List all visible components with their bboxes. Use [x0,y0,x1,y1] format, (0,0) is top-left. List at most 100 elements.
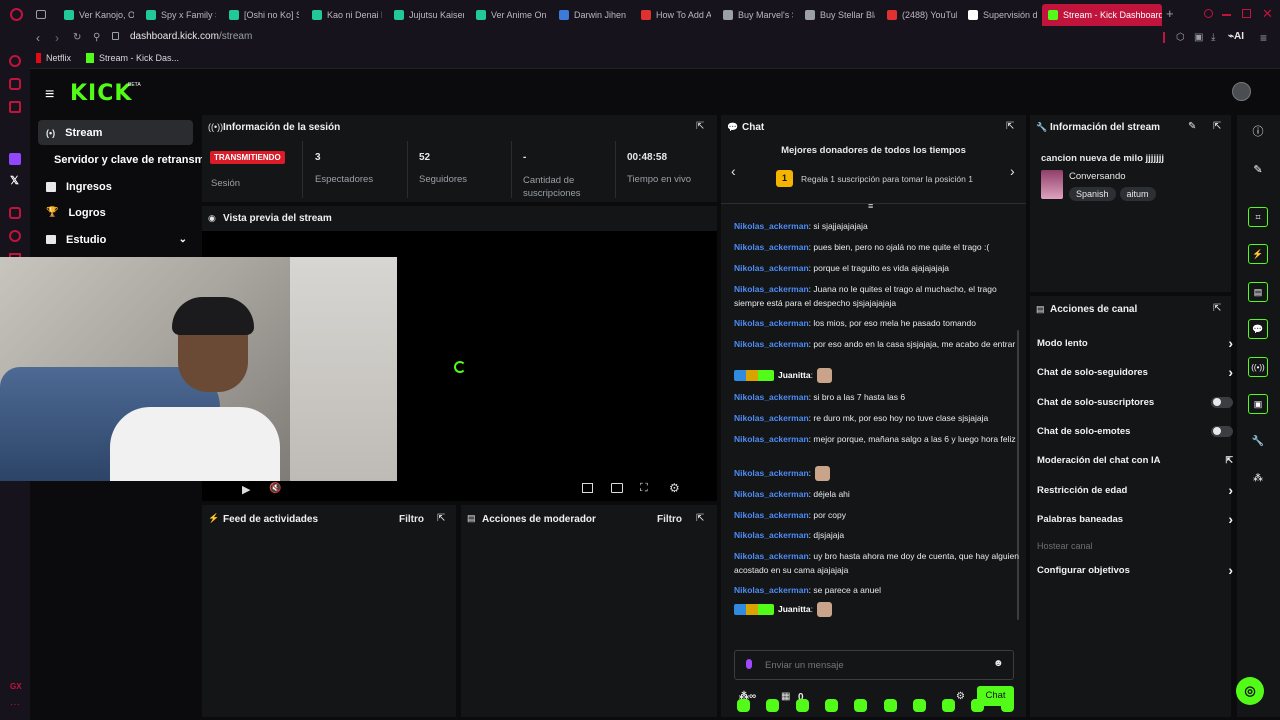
bolt-icon[interactable]: ⚡ [1248,244,1268,264]
chat-username[interactable]: Nikolas_ackerman [734,468,809,478]
search-icon[interactable] [1204,9,1213,18]
gx-badge[interactable]: GX [10,682,22,691]
channel-action-row[interactable]: Restricción de edad › [1037,480,1233,500]
aria-ai-icon[interactable]: ⌁AI [1228,31,1244,42]
chat-username[interactable]: Nikolas_ackerman [734,434,809,444]
nav-item-achievements[interactable]: 🏆 Logros [38,200,193,225]
emoji-icon[interactable]: ☻ [993,658,1004,669]
kick-logo[interactable]: KICK [70,81,132,106]
emote-button[interactable] [942,699,956,712]
chat-icon[interactable]: 💬 [1248,319,1268,339]
clip-icon[interactable]: ⌗ [1248,207,1268,227]
new-tab-icon[interactable]: + [1166,7,1174,20]
channel-action-row[interactable]: Configurar objetivos › [1037,560,1233,580]
browser-tab[interactable]: Buy Marvel's S [717,4,793,26]
nav-item-revenue[interactable]: Ingresos [38,174,193,199]
chat-username[interactable]: Nikolas_ackerman [734,284,809,294]
channel-action-row[interactable]: Chat de solo-suscriptores [1037,392,1233,412]
instagram-icon[interactable] [9,207,21,219]
support-icon[interactable]: ◎ [1236,677,1264,705]
tag-chip[interactable]: Spanish [1069,187,1116,201]
chat-username[interactable]: Nikolas_ackerman [734,392,809,402]
chevron-right-icon[interactable]: › [1010,163,1015,179]
share-icon[interactable]: ⁂ [1248,468,1268,488]
menu-icon[interactable]: ≡ [45,86,54,104]
browser-tab[interactable]: Ver Anime On [470,4,546,26]
popout-icon[interactable]: ⇱ [1213,121,1221,132]
browser-tab[interactable]: [Oshi no Ko] S [223,4,299,26]
chat-username[interactable]: Nikolas_ackerman [734,551,809,561]
settings-icon[interactable]: ⚲ [93,32,100,43]
wallet-icon[interactable]: ▣ [1194,32,1203,43]
wrench-icon[interactable]: 🔧 [1248,431,1268,451]
emote-button[interactable] [795,699,809,712]
emote-button[interactable] [883,699,897,712]
url-field[interactable]: dashboard.kick.com/stream [130,31,252,42]
easy-setup-icon[interactable]: ≡ [1260,31,1267,45]
chat-username[interactable]: Nikolas_ackerman [734,413,809,423]
back-icon[interactable]: ‹ [36,31,40,45]
bookmark-netflix[interactable]: Netflix [36,53,71,63]
channel-action-row[interactable]: Moderación del chat con IA ⇱ [1037,450,1233,470]
popout-icon[interactable]: ⇱ [1006,121,1014,132]
popout-icon[interactable]: ⇱ [437,513,445,524]
chevron-right-icon[interactable]: › [1228,562,1233,578]
more-icon[interactable]: ··· [10,699,20,710]
chat-username[interactable]: Nikolas_ackerman [734,339,809,349]
popout-icon[interactable]: ⇱ [696,121,704,132]
chat-username[interactable]: Nikolas_ackerman [734,242,809,252]
info-icon[interactable]: ⓘ [1248,121,1268,141]
browser-tab[interactable]: Jujutsu Kaisen [388,4,464,26]
channel-action-row[interactable]: Chat de solo-seguidores › [1037,362,1233,382]
chat-username[interactable]: Nikolas_ackerman [734,489,809,499]
channel-action-row[interactable]: Palabras baneadas › [1037,509,1233,529]
broadcast-icon[interactable]: ((•)) [1248,357,1268,377]
store-icon[interactable]: ▦ [781,691,790,702]
close-icon[interactable]: ✕ [1262,6,1273,22]
chevron-right-icon[interactable]: › [1228,364,1233,380]
extension-icon[interactable]: ⬡ [1176,32,1185,43]
clipboard-icon[interactable]: ▤ [1248,282,1268,302]
emote-button[interactable] [971,699,985,712]
filter-button[interactable]: Filtro [657,514,682,525]
browser-tab[interactable]: Kao ni Denai K [306,4,382,26]
play-icon[interactable]: ▶ [242,483,250,496]
emote-button[interactable] [912,699,926,712]
chat-username[interactable]: Nikolas_ackerman [734,263,809,273]
browser-tab[interactable]: Buy Stellar Bla [799,4,875,26]
chat-settings-icon[interactable]: ⚙ [956,691,965,702]
nav-item-studio[interactable]: Estudio ⌄ [38,227,193,252]
emote-button[interactable] [766,699,780,712]
settings-icon[interactable]: ⚙ [669,481,680,495]
popout-icon[interactable]: ⇱ [1213,303,1221,314]
history-icon[interactable] [9,230,21,242]
chat-username[interactable]: Juanitta [778,370,811,380]
fullscreen-icon[interactable]: ⛶ [640,482,648,495]
edit-icon[interactable]: ✎ [1248,159,1268,179]
twitch-icon[interactable] [9,153,21,165]
forward-icon[interactable]: › [55,31,59,45]
tab-menu-icon[interactable] [36,10,46,19]
chat-message-input[interactable] [765,657,985,673]
channel-action-row[interactable]: Hostear canal [1037,536,1233,556]
browser-tab[interactable]: Spy x Family S [140,4,216,26]
pinned-toggle-icon[interactable]: ≡ [868,201,873,211]
ai-icon[interactable] [9,55,21,67]
chat-username[interactable]: Nikolas_ackerman [734,510,809,520]
download-icon[interactable]: ⤓ [1211,32,1215,43]
channel-action-row[interactable]: Chat de solo-emotes [1037,421,1233,441]
chat-input-box[interactable]: ☻ [734,650,1014,680]
layout-icon[interactable]: ▣ [1248,394,1268,414]
browser-tab[interactable]: Supervisión d [962,4,1038,26]
chevron-right-icon[interactable]: › [1228,511,1233,527]
chevron-right-icon[interactable]: › [1228,482,1233,498]
youtube-icon[interactable] [9,101,21,113]
emote-button[interactable] [737,699,750,712]
chevron-down-icon[interactable]: ⌄ [179,234,187,245]
chat-username[interactable]: Nikolas_ackerman [734,221,809,231]
mute-icon[interactable]: 🔇 [269,483,281,494]
avatar[interactable] [1232,82,1251,101]
reload-icon[interactable]: ↻ [73,32,81,43]
maximize-icon[interactable] [1242,9,1251,18]
filter-button[interactable]: Filtro [399,514,424,525]
